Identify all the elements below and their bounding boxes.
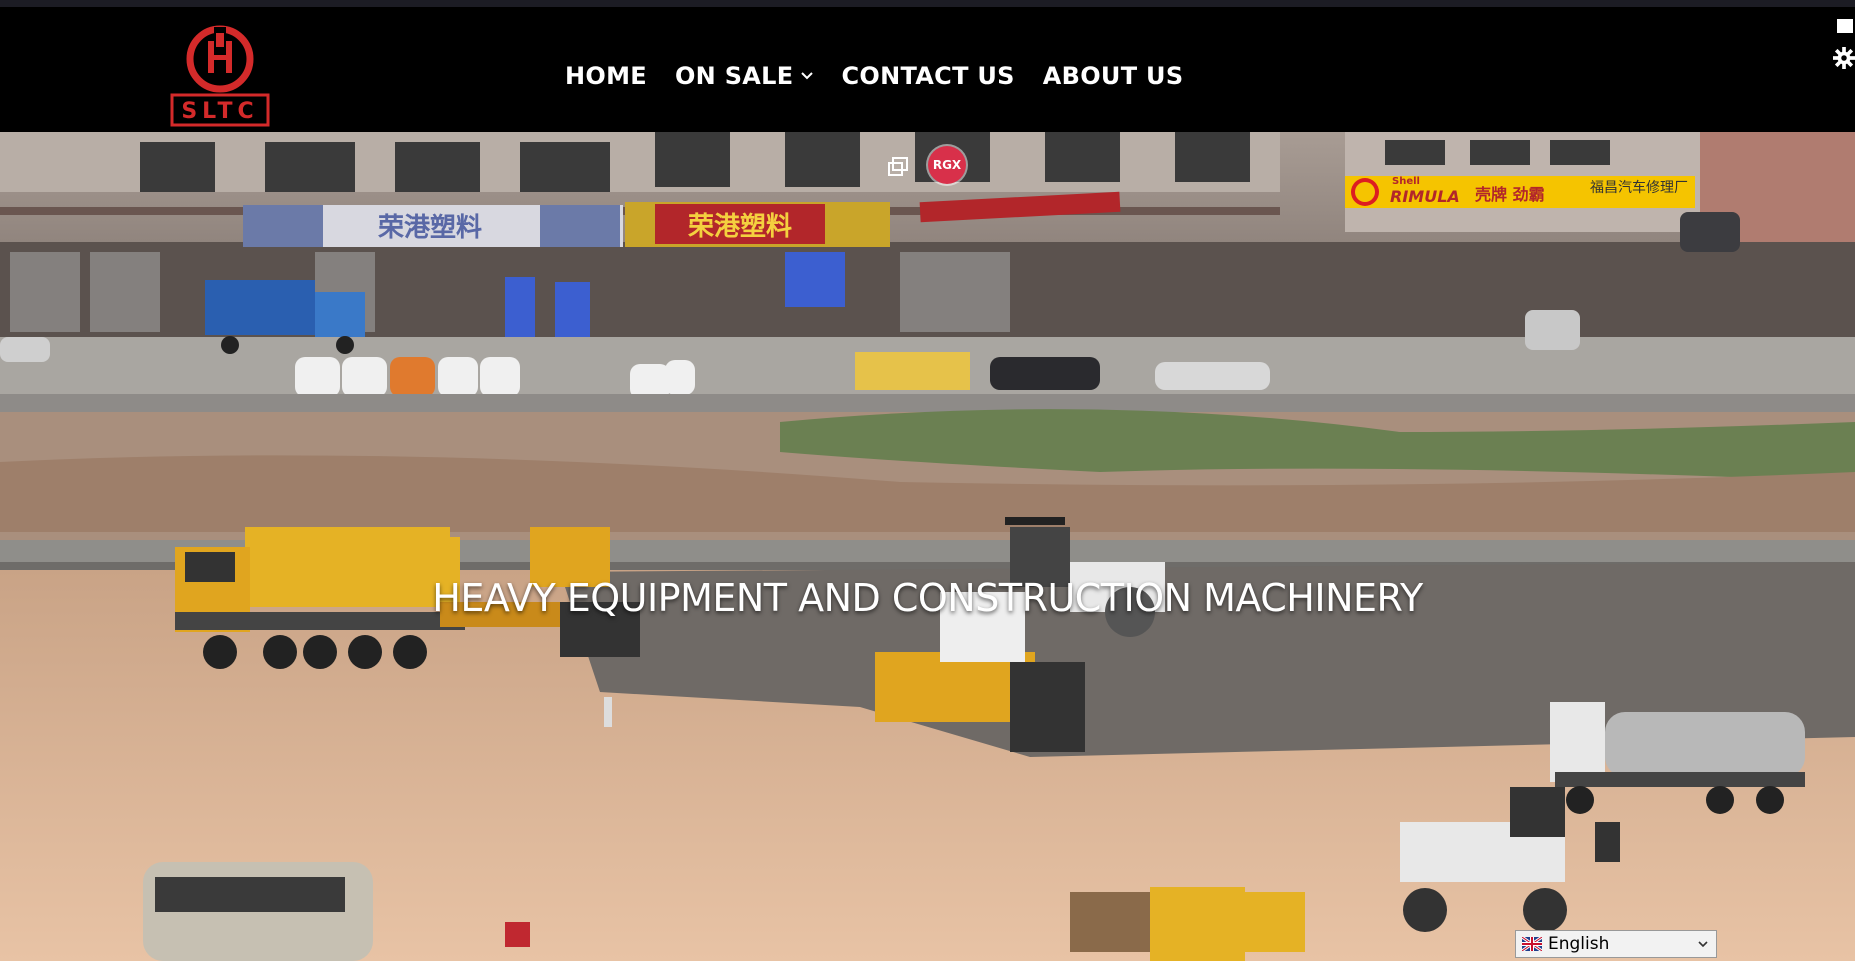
garage-sign: 福昌汽车修理厂	[1590, 179, 1688, 196]
site-logo[interactable]: SLTC	[170, 23, 270, 127]
uk-flag-icon	[1522, 937, 1542, 951]
shell-cn: 壳牌 劲霸	[1474, 185, 1545, 204]
language-selector[interactable]: English	[1515, 930, 1717, 958]
shell-brand: Shell	[1392, 176, 1420, 187]
gear-icon[interactable]	[1833, 47, 1855, 69]
caret-down-icon	[1698, 940, 1708, 947]
nav-contact-us[interactable]: CONTACT US	[841, 62, 1014, 90]
shell-product: RIMULA	[1390, 187, 1460, 206]
side-tools	[1833, 15, 1855, 73]
language-label: English	[1548, 934, 1610, 954]
nav-about-us-label: ABOUT US	[1042, 62, 1184, 90]
top-strip	[0, 0, 1855, 7]
hero-banner: 荣港塑料 荣港塑料 Shell RIMULA 壳牌 劲霸 福昌汽车修理厂 RGX…	[0, 132, 1855, 961]
logo-text: SLTC	[181, 99, 258, 124]
hero-background-image: 荣港塑料 荣港塑料 Shell RIMULA 壳牌 劲霸 福昌汽车修理厂	[0, 132, 1855, 961]
chevron-down-icon	[801, 72, 814, 80]
picture-in-picture-icon[interactable]	[887, 156, 909, 178]
nav-home[interactable]: HOME	[565, 62, 647, 90]
nav-on-sale[interactable]: ON SALE	[675, 62, 814, 90]
square-icon[interactable]	[1837, 19, 1853, 33]
nav-home-label: HOME	[565, 62, 647, 90]
shop-sign-2: 荣港塑料	[688, 212, 792, 242]
shop-sign-1: 荣港塑料	[378, 213, 482, 243]
site-header: SLTC HOME ON SALE CONTACT US ABOUT US	[0, 7, 1855, 132]
main-nav: HOME ON SALE CONTACT US ABOUT US	[565, 62, 1211, 90]
nav-contact-us-label: CONTACT US	[841, 62, 1015, 90]
hero-title: HEAVY EQUIPMENT AND CONSTRUCTION MACHINE…	[432, 576, 1423, 620]
rgx-badge[interactable]: RGX	[928, 146, 966, 184]
logo-emblem: SLTC	[170, 25, 270, 127]
nav-about-us[interactable]: ABOUT US	[1043, 62, 1184, 90]
nav-on-sale-label: ON SALE	[674, 62, 794, 90]
